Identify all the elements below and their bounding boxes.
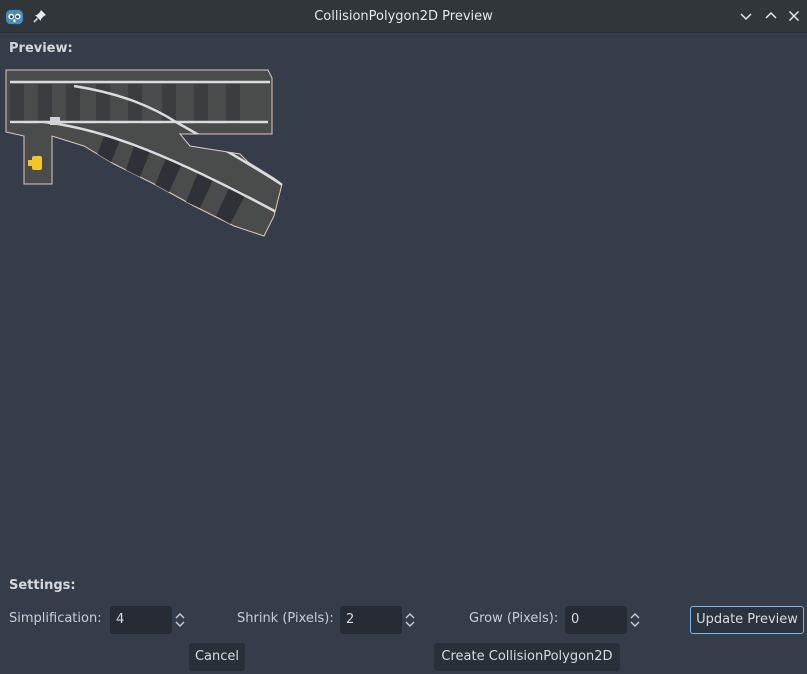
chevron-down-icon[interactable] xyxy=(738,8,754,24)
cancel-button[interactable]: Cancel xyxy=(189,643,245,671)
spin-arrows-icon[interactable] xyxy=(403,610,417,630)
close-icon[interactable] xyxy=(786,8,802,24)
sprite-preview-image xyxy=(5,69,283,237)
grow-spinbox[interactable]: 0 xyxy=(565,606,627,634)
create-collision-polygon-button[interactable]: Create CollisionPolygon2D xyxy=(434,643,620,671)
preview-heading: Preview: xyxy=(9,41,73,56)
shrink-spinbox[interactable]: 2 xyxy=(340,606,402,634)
window-title: CollisionPolygon2D Preview xyxy=(314,9,493,24)
settings-heading: Settings: xyxy=(9,578,76,593)
spin-arrows-icon[interactable] xyxy=(173,610,187,630)
chevron-up-icon[interactable] xyxy=(763,8,779,24)
spin-arrows-icon[interactable] xyxy=(628,610,642,630)
update-preview-button[interactable]: Update Preview xyxy=(690,606,804,634)
grow-label: Grow (Pixels): xyxy=(469,611,559,626)
window-titlebar[interactable]: CollisionPolygon2D Preview xyxy=(0,0,807,33)
simplification-spinbox[interactable]: 4 xyxy=(110,606,172,634)
shrink-label: Shrink (Pixels): xyxy=(237,611,334,626)
simplification-label: Simplification: xyxy=(9,611,102,626)
